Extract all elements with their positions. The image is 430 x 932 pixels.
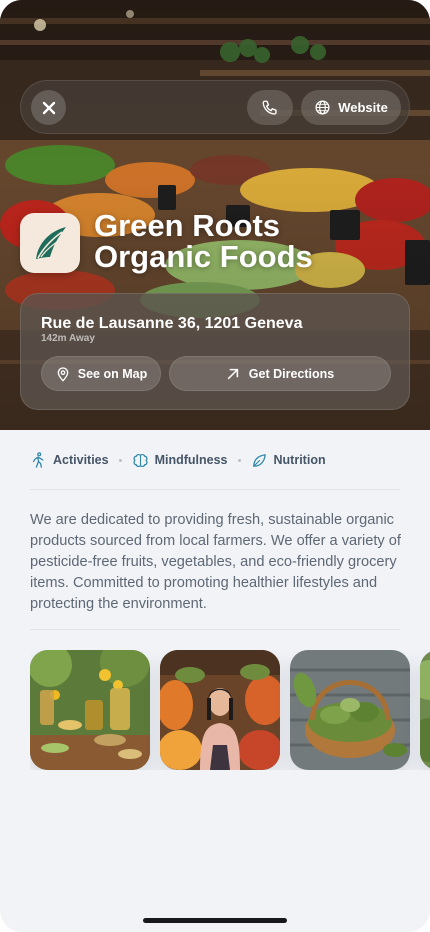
- business-logo: [20, 213, 80, 273]
- divider: [30, 629, 400, 630]
- leaf-icon: [252, 453, 266, 467]
- brain-icon: [133, 453, 148, 467]
- distance-text: 142m Away: [41, 333, 95, 344]
- business-name-line1: Green Roots: [94, 208, 281, 243]
- website-button[interactable]: Website: [301, 90, 401, 125]
- photo-gallery[interactable]: [30, 650, 430, 770]
- website-label: Website: [338, 100, 388, 115]
- get-directions-button[interactable]: Get Directions: [169, 356, 391, 391]
- business-name: Green Roots Organic Foods: [94, 210, 414, 272]
- divider: [30, 489, 400, 490]
- separator-dot: [118, 458, 122, 462]
- home-indicator: [143, 918, 287, 923]
- gallery-photo-herb-basket[interactable]: [290, 650, 410, 770]
- hero-image: Website Green Roots Organic Foods Rue de…: [0, 0, 430, 430]
- close-button[interactable]: [31, 90, 66, 125]
- address-text: Rue de Lausanne 36, 1201 Geneva: [41, 315, 303, 332]
- top-action-bar: Website: [20, 80, 410, 134]
- get-directions-label: Get Directions: [248, 366, 335, 381]
- gallery-photo-partial[interactable]: [420, 650, 430, 770]
- call-button[interactable]: [247, 90, 293, 125]
- phone-icon: [262, 100, 277, 115]
- map-pin-icon: [57, 366, 69, 382]
- business-name-line2: Organic Foods: [94, 239, 313, 274]
- close-icon: [42, 101, 55, 114]
- gallery-photo-vendor[interactable]: [160, 650, 280, 770]
- see-on-map-button[interactable]: See on Map: [41, 356, 161, 391]
- tag-nutrition[interactable]: Nutrition: [251, 452, 326, 469]
- address-card: Rue de Lausanne 36, 1201 Geneva 142m Awa…: [20, 293, 410, 410]
- tag-mindfulness[interactable]: Mindfulness: [132, 452, 228, 469]
- globe-icon: [315, 100, 330, 115]
- tag-label: Nutrition: [273, 453, 326, 467]
- business-description: We are dedicated to providing fresh, sus…: [30, 512, 401, 612]
- tag-activities[interactable]: Activities: [30, 451, 109, 469]
- leaf-logo-icon: [36, 227, 66, 259]
- arrow-up-right-icon: [227, 368, 238, 379]
- see-on-map-label: See on Map: [77, 366, 148, 381]
- person-walking-icon: [32, 452, 44, 468]
- gallery-photo-oils-herbs[interactable]: [30, 650, 150, 770]
- place-detail-screen: Website Green Roots Organic Foods Rue de…: [0, 0, 430, 932]
- tag-label: Mindfulness: [154, 453, 228, 467]
- tag-label: Activities: [53, 453, 109, 467]
- separator-dot: [237, 458, 241, 462]
- category-tags: Activities Mindfulness Nutrition: [30, 449, 326, 471]
